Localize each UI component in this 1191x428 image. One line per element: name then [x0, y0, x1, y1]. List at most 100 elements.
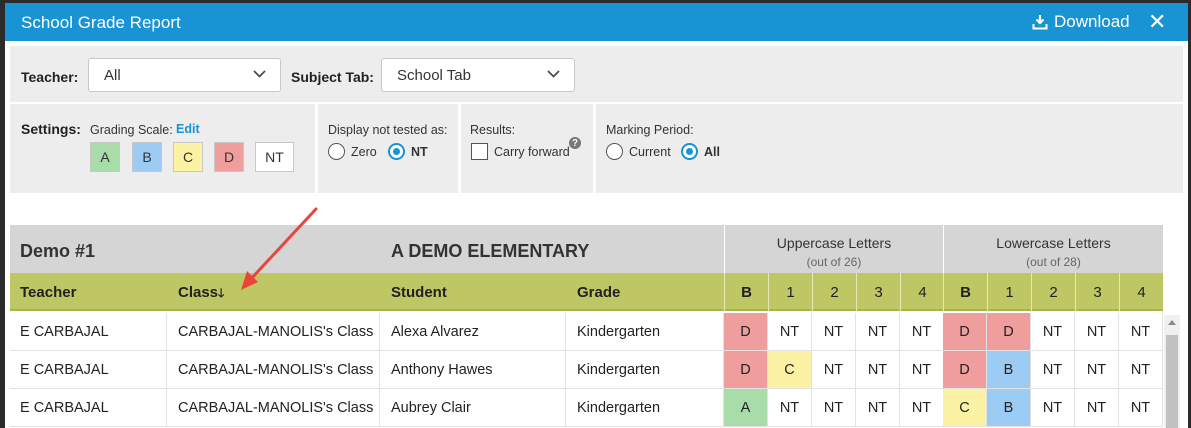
cell-student: Alexa Alvarez [380, 313, 566, 351]
column-header-score: 3 [856, 273, 900, 311]
zero-radio-label: Zero [351, 145, 377, 159]
score-cell: NT [1075, 351, 1119, 388]
cell-grade: Kindergarten [566, 313, 724, 351]
score-cell: D [724, 351, 768, 388]
carry-forward-checkbox[interactable] [471, 143, 488, 160]
window-title: School Grade Report [21, 13, 181, 32]
cell-teacher: E CARBAJAL [10, 351, 167, 389]
column-header-score: 4 [900, 273, 944, 311]
marking-period-label: Marking Period: [606, 123, 694, 137]
current-radio[interactable] [606, 143, 623, 160]
score-cell: NT [900, 351, 944, 388]
subject-tab-label: Subject Tab: [291, 69, 374, 85]
column-header-class[interactable]: Class🡓 [178, 284, 224, 305]
score-cell: NT [1119, 351, 1163, 388]
score-cell: NT [900, 389, 944, 426]
cell-student: Anthony Hawes [380, 351, 566, 389]
cell-grade: Kindergarten [566, 351, 724, 389]
display-not-tested-label: Display not tested as: [328, 123, 448, 137]
score-cell: NT [1075, 389, 1119, 426]
group-title: Uppercase Letters [776, 235, 892, 251]
score-cell: NT [1031, 313, 1075, 350]
report-header: Demo #1 A DEMO ELEMENTARY Uppercase Lett… [10, 225, 1163, 273]
score-cell: A [724, 389, 768, 426]
scale-chip-a: A [90, 142, 120, 172]
vertical-scrollbar[interactable] [1164, 315, 1180, 428]
score-cell: B [987, 351, 1031, 388]
score-cell: D [724, 313, 768, 350]
download-button[interactable]: Download [1032, 12, 1130, 32]
group-title: Lowercase Letters [996, 235, 1111, 251]
report-table: Demo #1 A DEMO ELEMENTARY Uppercase Lett… [10, 225, 1163, 428]
score-cell: D [943, 351, 987, 388]
column-header-score: B [724, 273, 768, 311]
grading-scale-label: Grading Scale: [90, 123, 173, 137]
score-cell: NT [856, 351, 900, 388]
download-icon [1032, 15, 1048, 30]
nt-radio[interactable] [388, 143, 405, 160]
score-cell: NT [768, 389, 812, 426]
column-header-teacher[interactable]: Teacher [20, 284, 76, 301]
all-radio[interactable] [681, 143, 698, 160]
column-header-score: 4 [1119, 273, 1163, 311]
display-not-tested-box: Display not tested as: Zero NT [318, 104, 458, 193]
score-cell: NT [856, 313, 900, 350]
cell-student: Aubrey Clair [380, 389, 566, 427]
score-cell: B [987, 389, 1031, 426]
scale-chip-d: D [214, 142, 244, 172]
cell-class: CARBAJAL-MANOLIS's Class [167, 389, 380, 427]
column-header-score: 2 [1031, 273, 1075, 311]
edit-scale-link[interactable]: Edit [176, 122, 200, 136]
carry-forward-label: Carry forward [494, 145, 570, 159]
cell-class: CARBAJAL-MANOLIS's Class [167, 313, 380, 351]
column-header-score: B [943, 273, 987, 311]
cell-grade: Kindergarten [566, 389, 724, 427]
scale-chip-nt: NT [255, 142, 294, 172]
teacher-select[interactable]: All [88, 58, 281, 92]
subject-select-value: School Tab [397, 67, 471, 84]
column-header-score: 1 [768, 273, 812, 311]
score-cell: NT [856, 389, 900, 426]
group-uppercase-letters: Uppercase Letters (out of 26) [724, 225, 943, 273]
score-cell: D [943, 313, 987, 350]
score-cell: NT [812, 313, 856, 350]
marking-period-box: Marking Period: Current All [596, 104, 1183, 193]
zero-radio[interactable] [328, 143, 345, 160]
score-cell: NT [900, 313, 944, 350]
column-header-score: 2 [812, 273, 856, 311]
cell-teacher: E CARBAJAL [10, 313, 167, 351]
grading-scale-box: Settings: Grading Scale: Edit A B C D NT [10, 104, 315, 193]
scale-chip-c: C [173, 142, 203, 172]
score-cell: NT [1119, 389, 1163, 426]
scroll-up-icon[interactable] [1168, 319, 1176, 325]
table-row[interactable]: E CARBAJAL CARBAJAL-MANOLIS's Class Aubrey… [10, 389, 1163, 427]
teacher-select-value: All [104, 67, 121, 84]
table-row[interactable]: E CARBAJAL CARBAJAL-MANOLIS's Class Alexa … [10, 313, 1163, 351]
report-name: Demo #1 [20, 241, 96, 261]
score-cell: NT [812, 351, 856, 388]
help-icon[interactable]: ? [569, 137, 581, 149]
score-cell: NT [768, 313, 812, 350]
column-header-grade[interactable]: Grade [577, 284, 620, 301]
score-cell: NT [1119, 313, 1163, 350]
subject-tab-select[interactable]: School Tab [381, 58, 575, 92]
scale-chip-b: B [132, 142, 162, 172]
teacher-label: Teacher: [21, 69, 79, 85]
score-cell: C [768, 351, 812, 388]
scrollbar-thumb[interactable] [1166, 335, 1178, 428]
results-label: Results: [470, 123, 516, 137]
table-row[interactable]: E CARBAJAL CARBAJAL-MANOLIS's Class Anthon… [10, 351, 1163, 389]
group-subtitle: (out of 26) [806, 255, 862, 269]
filter-bar: Teacher: All Subject Tab: School Tab [10, 46, 1183, 102]
cell-teacher: E CARBAJAL [10, 389, 167, 427]
close-icon[interactable]: ✕ [1148, 11, 1166, 33]
settings-panel: Settings: Grading Scale: Edit A B C D NT… [10, 104, 1183, 193]
download-label: Download [1054, 12, 1130, 31]
settings-label: Settings: [21, 121, 81, 137]
score-cell: NT [812, 389, 856, 426]
chevron-down-icon [253, 70, 266, 78]
group-subtitle: (out of 28) [1026, 255, 1081, 269]
score-cell: NT [1031, 389, 1075, 426]
column-header-student[interactable]: Student [391, 284, 447, 301]
grade-report-window: School Grade Report Download ✕ Teacher: … [5, 3, 1188, 428]
